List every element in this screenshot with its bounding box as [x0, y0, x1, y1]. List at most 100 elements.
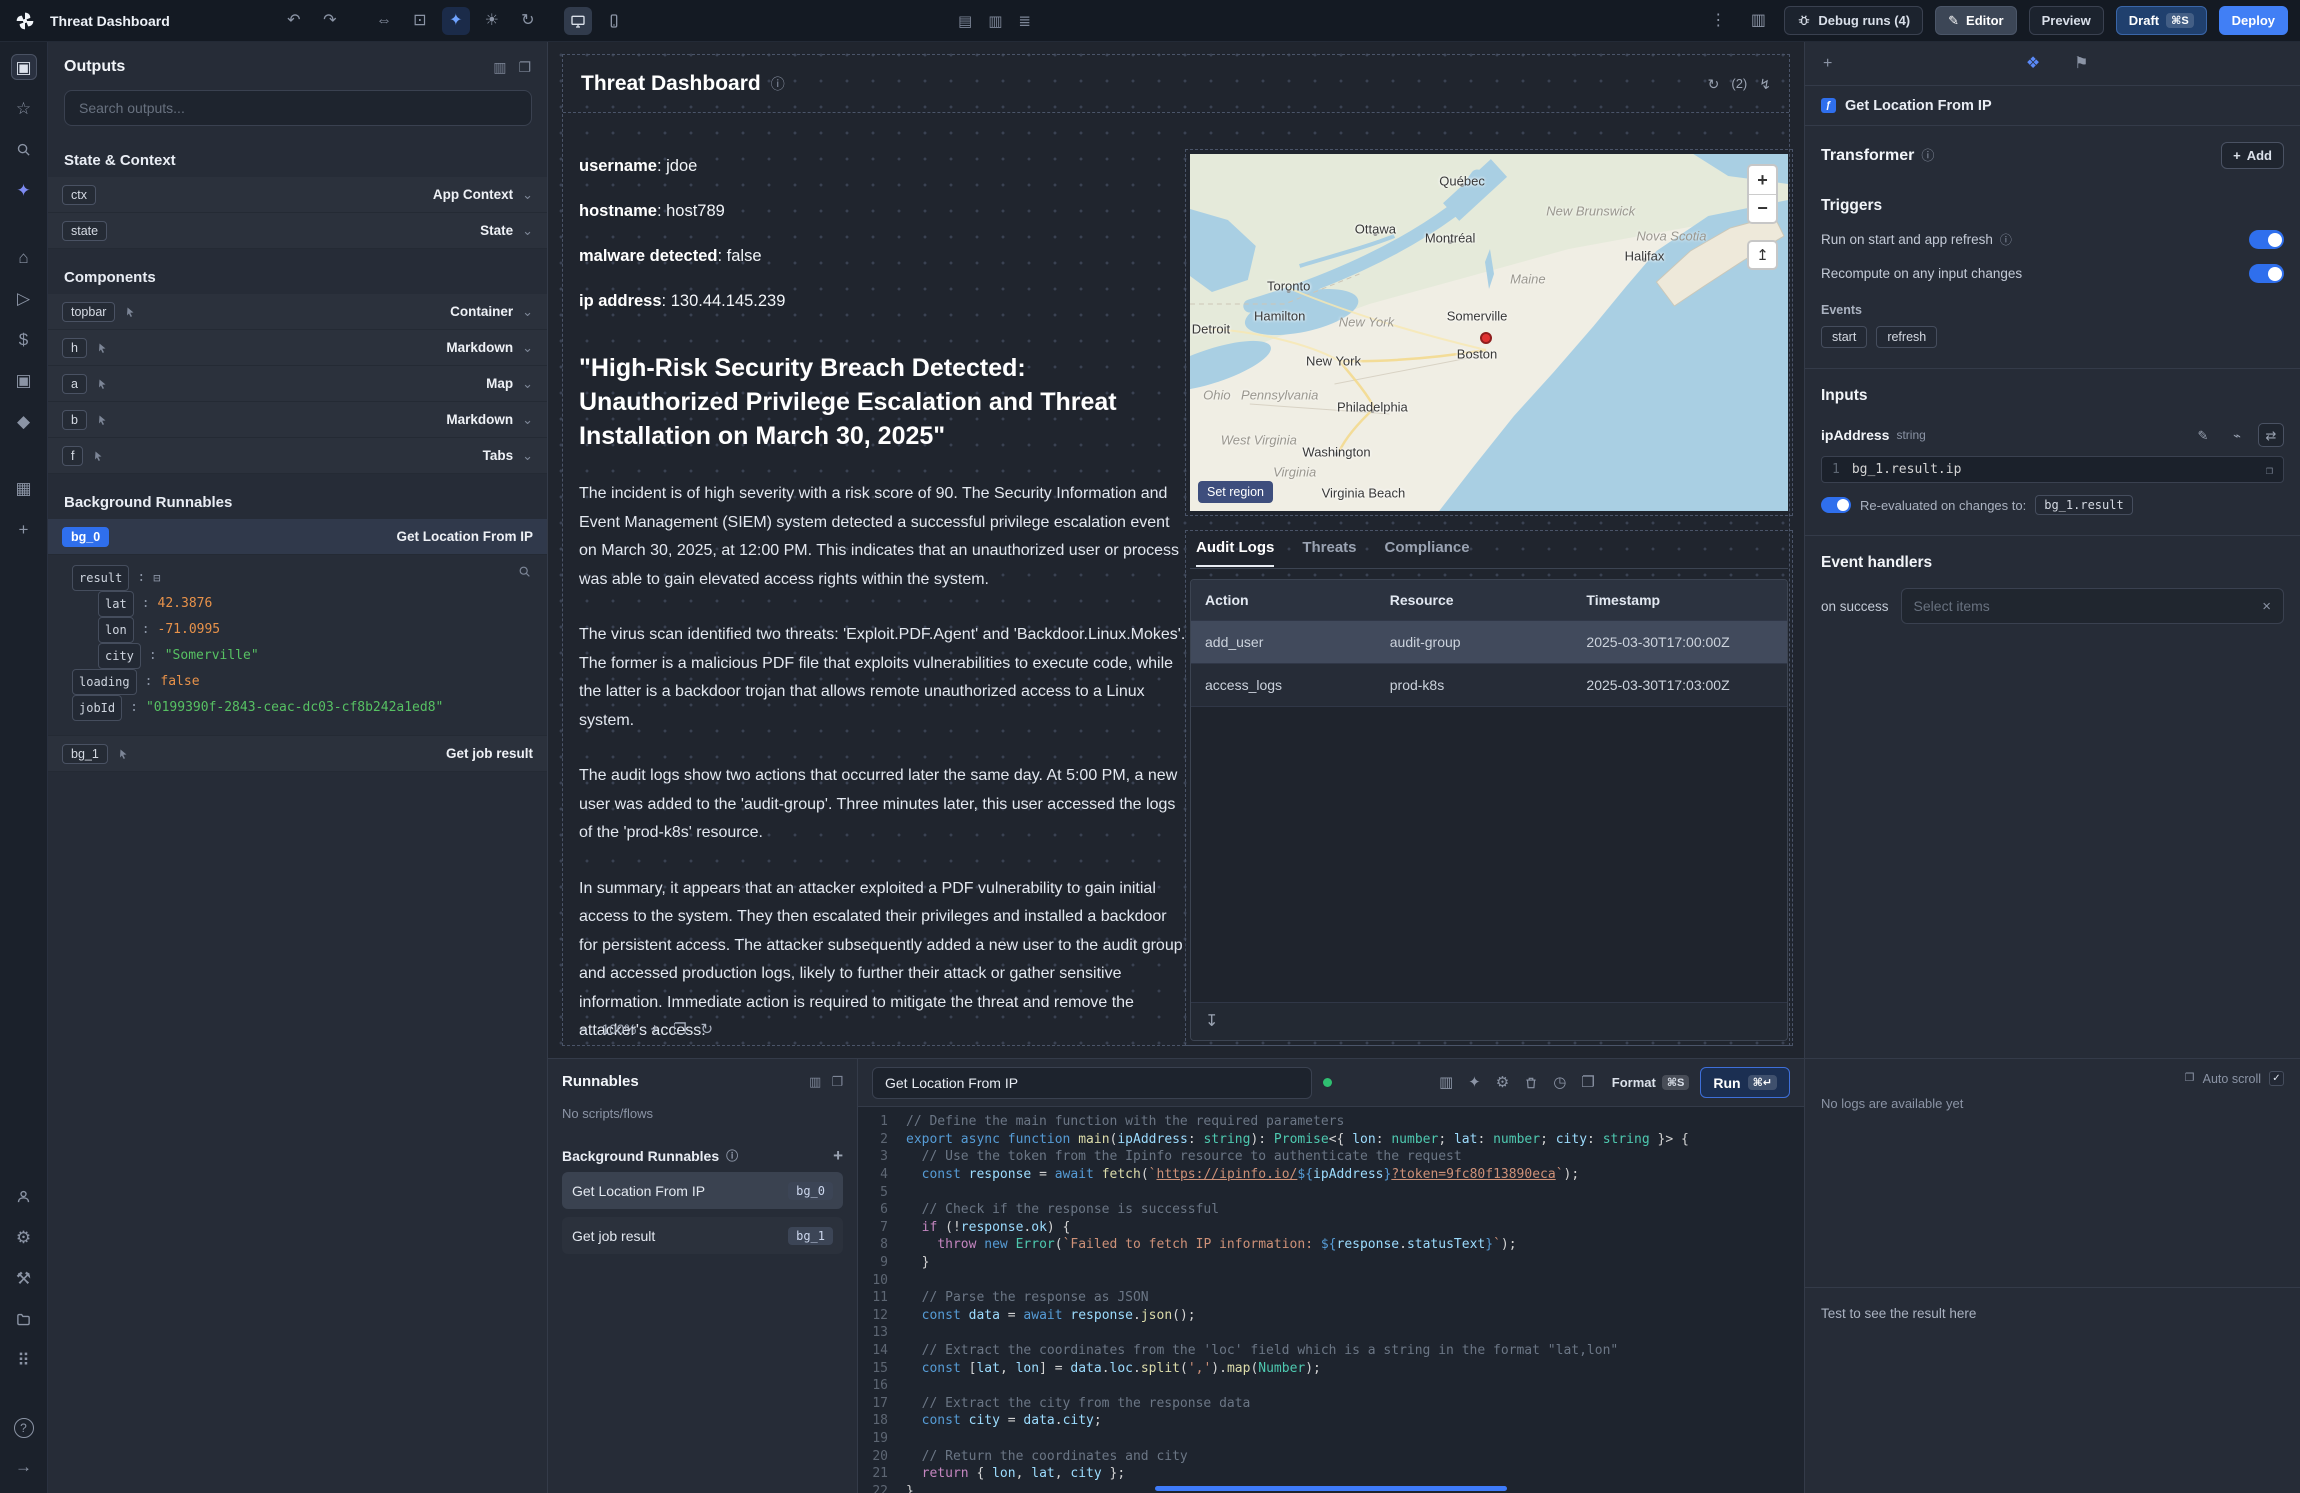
- event-chip[interactable]: refresh: [1876, 326, 1937, 348]
- map-locate-button[interactable]: ↥: [1747, 240, 1778, 270]
- component-id-chip[interactable]: h: [62, 338, 87, 358]
- component-output-row[interactable]: topbar Container ⌄: [48, 294, 547, 330]
- chevron-down-icon[interactable]: ⌄: [522, 188, 533, 201]
- zoom-out-button[interactable]: −: [579, 1022, 588, 1037]
- run-on-start-toggle[interactable]: [2249, 230, 2284, 249]
- layout-side-icon[interactable]: ▥: [988, 14, 1002, 29]
- on-success-select[interactable]: Select items ×: [1901, 588, 2284, 624]
- styling-tab-icon[interactable]: ⚑: [2074, 56, 2088, 72]
- column-header[interactable]: Resource: [1376, 592, 1573, 608]
- editor-button[interactable]: ✎ Editor: [1935, 6, 2016, 35]
- insert-component-button[interactable]: +: [1823, 56, 1832, 72]
- collapse-rail-icon[interactable]: →: [11, 1453, 37, 1479]
- recompute-toggle[interactable]: [2249, 264, 2284, 283]
- editor-settings-icon[interactable]: ⚙: [1496, 1075, 1509, 1090]
- favorites-rail-icon[interactable]: ☆: [11, 95, 37, 121]
- editor-diff-icon[interactable]: ▥: [1439, 1075, 1453, 1090]
- edit-input-button[interactable]: ✎: [2190, 423, 2216, 447]
- download-icon[interactable]: ↧: [1205, 1014, 1218, 1030]
- toggle-panels-button[interactable]: ▥: [1744, 7, 1772, 35]
- column-header[interactable]: Action: [1191, 592, 1376, 608]
- component-id-chip[interactable]: b: [62, 410, 87, 430]
- output-id-chip[interactable]: state: [62, 221, 107, 241]
- runnable-item[interactable]: Get job result bg_1: [562, 1217, 843, 1254]
- run-button[interactable]: Run ⌘↵: [1700, 1067, 1790, 1098]
- recompute-icon[interactable]: ↯: [1759, 77, 1771, 91]
- settings-rail-icon[interactable]: ⚙: [11, 1224, 37, 1250]
- map-zoom-out-button[interactable]: −: [1749, 194, 1776, 222]
- map-zoom-in-button[interactable]: +: [1749, 166, 1776, 194]
- component-output-row[interactable]: f Tabs ⌄: [48, 438, 547, 474]
- admin-tools-rail-icon[interactable]: ⚒: [11, 1265, 37, 1291]
- canvas-width-button[interactable]: ⇔: [370, 7, 398, 35]
- layout-top-icon[interactable]: ▤: [958, 14, 972, 29]
- layout-rows-icon[interactable]: ≣: [1018, 14, 1031, 29]
- chevron-down-icon[interactable]: ⌄: [522, 224, 533, 237]
- pointer-icon[interactable]: [124, 306, 136, 318]
- collapse-icon[interactable]: ⊟: [153, 572, 160, 584]
- runnable-item[interactable]: Get Location From IP bg_0: [562, 1172, 843, 1209]
- preview-button[interactable]: Preview: [2029, 6, 2104, 35]
- component-id-chip[interactable]: f: [62, 446, 83, 466]
- chevron-down-icon[interactable]: ⌄: [522, 413, 533, 426]
- zoom-in-button[interactable]: +: [650, 1022, 659, 1037]
- output-row[interactable]: ctx App Context ⌄: [48, 177, 547, 213]
- tree-search-icon[interactable]: [518, 565, 531, 578]
- chevron-down-icon[interactable]: ⌄: [522, 305, 533, 318]
- bg1-output-row[interactable]: bg_1 Get job result: [48, 736, 547, 772]
- component-output-row[interactable]: h Markdown ⌄: [48, 330, 547, 366]
- draft-button[interactable]: Draft ⌘S: [2116, 6, 2207, 35]
- reeval-dependency-chip[interactable]: bg_1.result: [2035, 495, 2132, 515]
- app-canvas[interactable]: Threat Dashboard ⓘ ↻ (2) ↯ username: jdo…: [548, 42, 1804, 1058]
- workspace-grid-rail-icon[interactable]: ⠿: [11, 1347, 37, 1373]
- outputs-expand-icon[interactable]: ❐: [518, 60, 531, 74]
- mobile-view-button[interactable]: [600, 7, 628, 35]
- variables-rail-icon[interactable]: $: [11, 326, 37, 352]
- table-row[interactable]: access_logs prod-k8s 2025-03-30T17:03:00…: [1191, 663, 1787, 706]
- fit-view-button[interactable]: ⊡: [406, 7, 434, 35]
- redo-button[interactable]: ↷: [316, 7, 344, 35]
- folders-rail-icon[interactable]: [11, 1306, 37, 1332]
- tree-key[interactable]: jobId: [72, 695, 122, 721]
- zoom-fit-button[interactable]: ❐: [673, 1022, 686, 1037]
- theme-toggle-button[interactable]: ☀: [478, 7, 506, 35]
- add-transformer-button[interactable]: + Add: [2221, 142, 2284, 169]
- tree-key[interactable]: result: [72, 565, 129, 591]
- refresh-app-button[interactable]: ↻: [514, 7, 542, 35]
- bg0-id-chip[interactable]: bg_0: [62, 527, 109, 547]
- runs-rail-icon[interactable]: ▷: [11, 285, 37, 311]
- map[interactable]: Québec Montréal Ottawa Toronto Hamilton …: [1190, 154, 1788, 511]
- output-row[interactable]: state State ⌄: [48, 213, 547, 249]
- add-bg-runnable-button[interactable]: +: [833, 1147, 843, 1164]
- pointer-icon[interactable]: [96, 414, 108, 426]
- tab[interactable]: Threats: [1302, 539, 1356, 558]
- tab[interactable]: Audit Logs: [1196, 539, 1274, 558]
- tree-key[interactable]: lon: [98, 617, 134, 643]
- column-header[interactable]: Timestamp: [1572, 592, 1787, 608]
- connect-mode-button[interactable]: ✦: [442, 7, 470, 35]
- connect-input-button[interactable]: ⌁: [2224, 423, 2250, 447]
- event-chip[interactable]: start: [1821, 326, 1867, 348]
- reeval-toggle[interactable]: [1821, 497, 1851, 513]
- search-outputs-input[interactable]: [64, 90, 532, 126]
- ai-wand-icon[interactable]: ✦: [11, 177, 37, 203]
- components-tab-icon[interactable]: ❖: [2026, 56, 2040, 72]
- set-region-button[interactable]: Set region: [1198, 481, 1273, 503]
- editor-expand-icon[interactable]: ❐: [1581, 1075, 1594, 1090]
- editor-delete-icon[interactable]: [1524, 1076, 1538, 1090]
- tab[interactable]: Compliance: [1385, 539, 1470, 558]
- debug-runs-button[interactable]: Debug runs (4): [1784, 6, 1923, 35]
- bg1-id-chip[interactable]: bg_1: [62, 744, 108, 764]
- assets-rail-icon[interactable]: ◆: [11, 408, 37, 434]
- panel-resize-handle[interactable]: [1155, 1486, 1507, 1491]
- expand-expr-icon[interactable]: ❐: [2266, 464, 2273, 476]
- input-expression-editor[interactable]: 1 bg_1.result.ip ❐: [1821, 456, 2284, 483]
- app-refresh-icon[interactable]: ↻: [1708, 77, 1720, 91]
- tree-key[interactable]: lat: [98, 591, 134, 617]
- schedules-rail-icon[interactable]: ▦: [11, 475, 37, 501]
- script-name-input[interactable]: Get Location From IP: [872, 1067, 1312, 1099]
- pointer-icon[interactable]: [92, 450, 104, 462]
- desktop-view-button[interactable]: [564, 7, 592, 35]
- create-rail-icon[interactable]: +: [11, 516, 37, 542]
- component-output-row[interactable]: a Map ⌄: [48, 366, 547, 402]
